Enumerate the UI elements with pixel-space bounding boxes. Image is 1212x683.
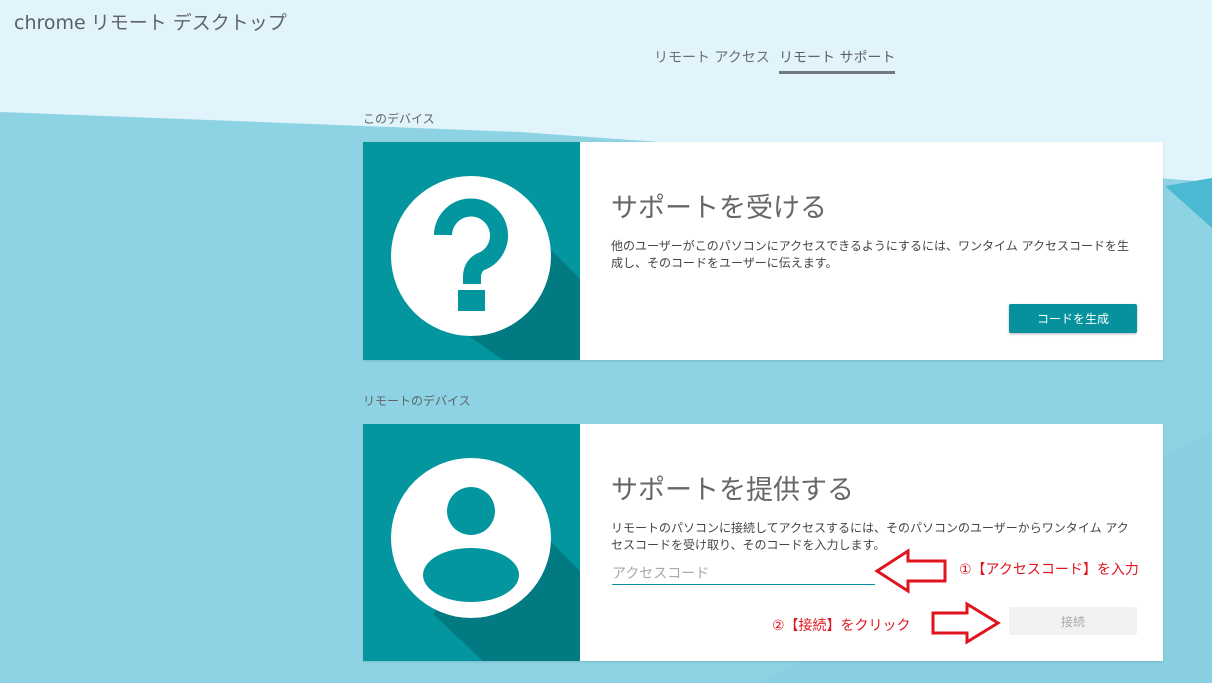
give-support-title: サポートを提供する: [611, 475, 854, 506]
tab-remote-access[interactable]: リモート アクセス: [654, 47, 770, 74]
app-title: chrome リモート デスクトップ: [14, 8, 287, 35]
get-support-description: 他のユーザーがこのパソコンにアクセスできるようにするには、ワンタイム アクセスコ…: [611, 239, 1130, 270]
annotation-step-2: ②【接続】をクリック: [772, 618, 911, 634]
connect-button[interactable]: 接続: [1009, 607, 1137, 635]
product-name: リモート デスクトップ: [90, 12, 287, 34]
section-label-this-device: このデバイス: [363, 112, 435, 126]
give-support-card: サポートを提供する リモートのパソコンに接続してアクセスするには、そのパソコンの…: [363, 424, 1163, 661]
access-code-input[interactable]: [612, 564, 875, 585]
tab-remote-support[interactable]: リモート サポート: [779, 47, 896, 74]
brand-name: chrome: [14, 12, 86, 34]
annotation-step-1: ①【アクセスコード】を入力: [959, 562, 1139, 578]
section-label-remote-device: リモートのデバイス: [363, 394, 471, 408]
get-support-art: [363, 142, 580, 360]
question-mark-icon: [391, 176, 580, 360]
person-icon: [391, 458, 580, 661]
generate-code-button[interactable]: コードを生成: [1009, 304, 1137, 333]
give-support-art: [363, 424, 580, 661]
get-support-title: サポートを受ける: [611, 193, 827, 224]
get-support-card: サポートを受ける 他のユーザーがこのパソコンにアクセスできるようにするには、ワン…: [363, 142, 1163, 360]
give-support-description: リモートのパソコンに接続してアクセスするには、そのパソコンのユーザーからワンタイ…: [611, 521, 1129, 552]
